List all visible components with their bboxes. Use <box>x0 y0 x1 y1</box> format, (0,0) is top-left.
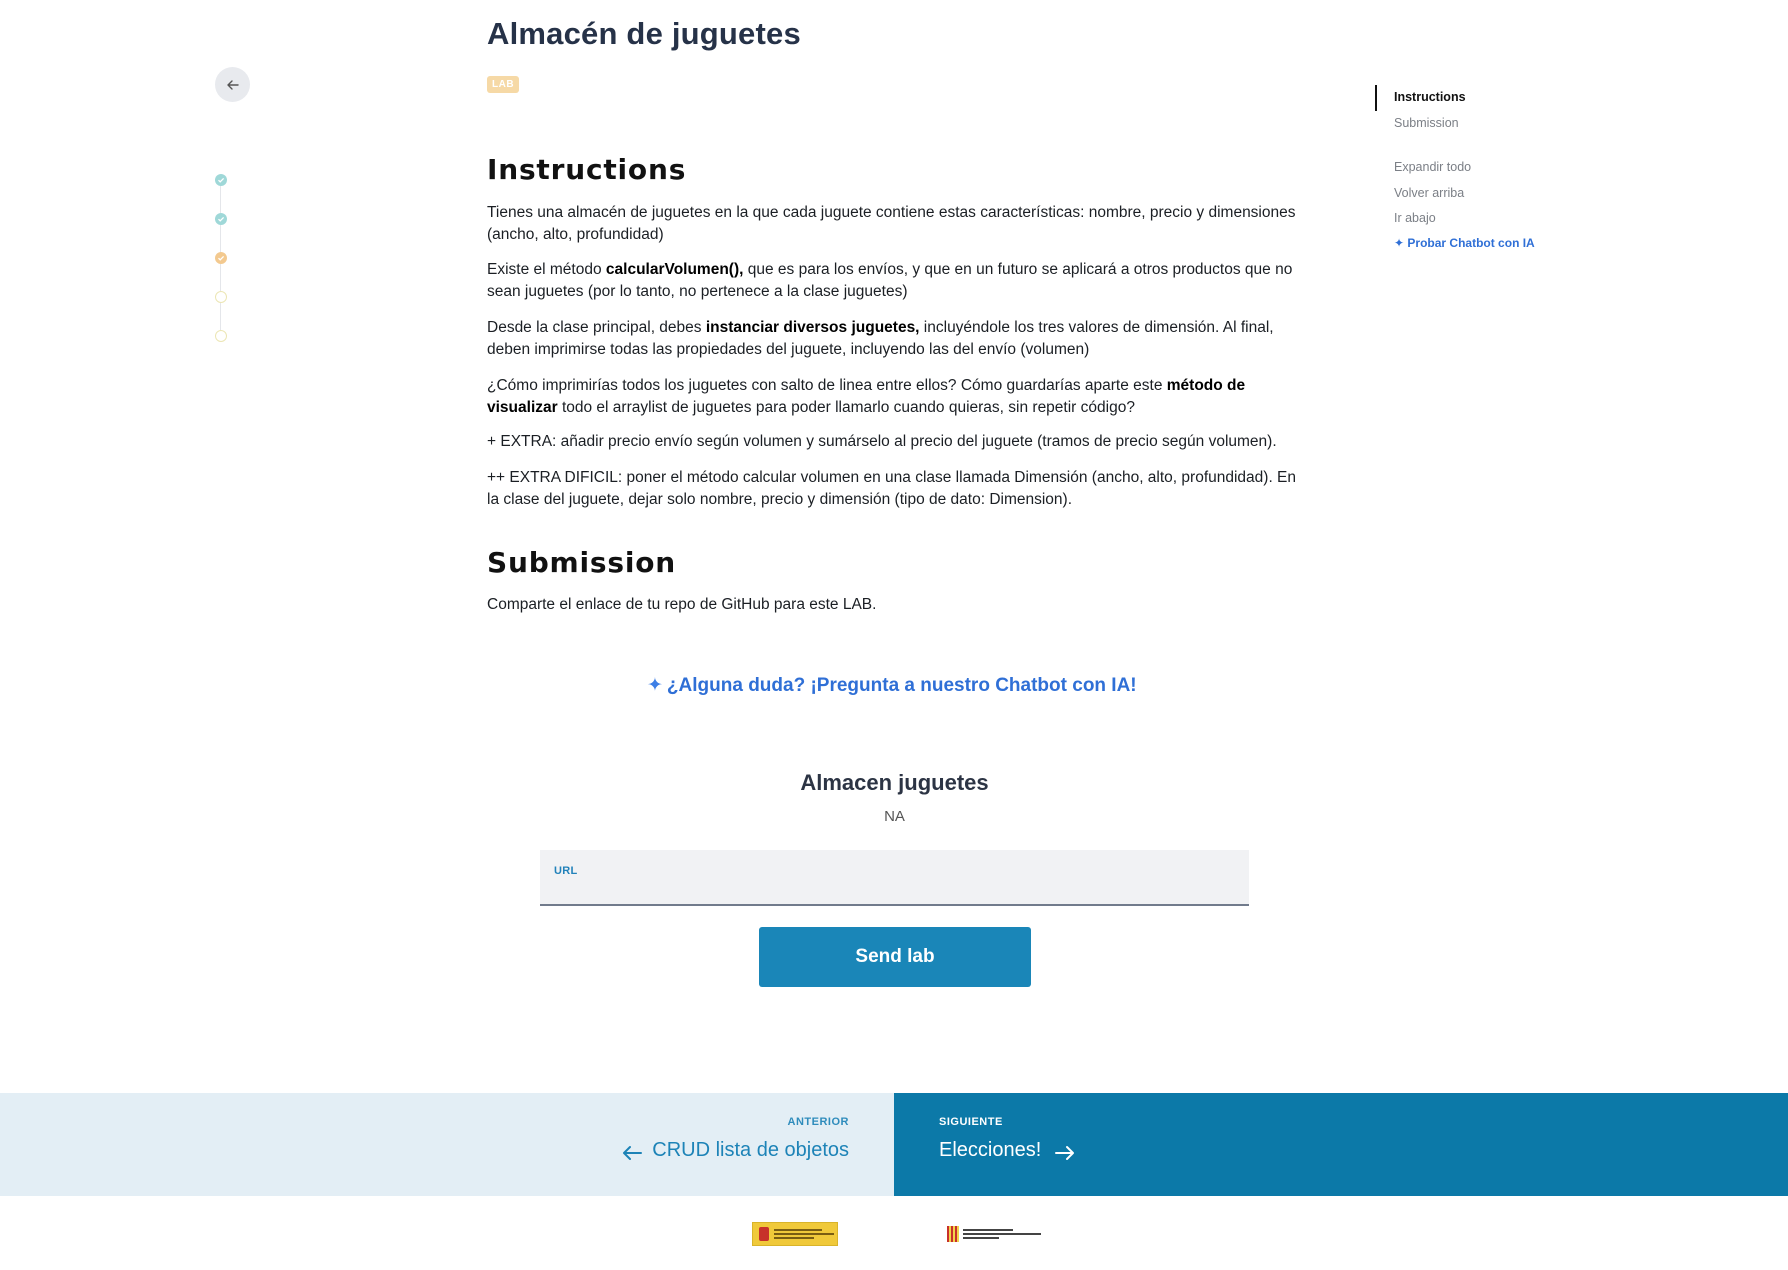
check-icon <box>218 177 225 183</box>
text: Desde la clase principal, debes <box>487 319 706 336</box>
logo-text-lines <box>963 1229 1041 1239</box>
next-kicker: SIGUIENTE <box>939 1116 1003 1128</box>
emphasis: instanciar diversos juguetes, <box>705 319 920 336</box>
submission-text: Comparte el enlace de tu repo de GitHub … <box>487 596 877 613</box>
next-lesson-link[interactable]: SIGUIENTE Elecciones! <box>894 1093 1788 1196</box>
expand-all-link[interactable]: Expandir todo <box>1394 160 1471 174</box>
ai-chatbot-link[interactable]: ✦ Probar Chatbot con IA <box>1394 236 1535 250</box>
instructions-heading: Instructions <box>487 153 687 186</box>
toc-item-instructions[interactable]: Instructions <box>1394 90 1466 104</box>
sparkle-icon: ✦ <box>1394 236 1408 250</box>
url-input[interactable] <box>554 878 1234 900</box>
arrow-right-icon <box>1055 1146 1074 1160</box>
url-field[interactable]: URL <box>540 850 1249 906</box>
previous-lesson-title: CRUD lista de objetos <box>652 1139 849 1161</box>
back-button[interactable] <box>215 67 250 102</box>
lab-badge: LAB <box>487 76 520 93</box>
catalonia-government-logo <box>947 1224 1043 1244</box>
chatbot-link[interactable]: ✦ ¿Alguna duda? ¡Pregunta a nuestro Chatb… <box>647 674 1137 697</box>
submission-status: NA <box>884 808 905 825</box>
previous-kicker: ANTERIOR <box>787 1116 849 1128</box>
coat-of-arms-icon <box>759 1227 769 1241</box>
lesson-navigation: ANTERIOR CRUD lista de objetos SIGUIENTE… <box>0 1093 1788 1196</box>
senyera-icon <box>947 1226 959 1242</box>
step-complete-dot[interactable] <box>215 213 227 225</box>
send-lab-button[interactable]: Send lab <box>759 927 1031 987</box>
text: Existe el método <box>487 261 606 278</box>
step-current-dot[interactable] <box>215 252 227 264</box>
check-icon <box>218 255 225 261</box>
instructions-paragraph: Desde la clase principal, debes instanci… <box>487 317 1302 360</box>
arrow-left-icon <box>623 1146 642 1160</box>
spanish-ministry-logo <box>752 1222 838 1246</box>
text: todo el arraylist de juguetes para poder… <box>557 398 1135 416</box>
instructions-paragraph: ¿Cómo imprimirías todos los juguetes con… <box>487 375 1302 418</box>
submission-form-title: Almacen juguetes <box>800 770 989 795</box>
step-complete-dot[interactable] <box>215 174 227 186</box>
step-pending-dot[interactable] <box>215 291 227 303</box>
sparkle-icon: ✦ <box>647 675 663 696</box>
method-name: calcularVolumen(), <box>605 261 744 278</box>
go-down-link[interactable]: Ir abajo <box>1394 211 1436 225</box>
step-pending-dot[interactable] <box>215 330 227 342</box>
previous-lesson-link[interactable]: ANTERIOR CRUD lista de objetos <box>0 1093 894 1196</box>
extra-hard-paragraph: ++ EXTRA DIFICIL: poner el método calcul… <box>487 469 1297 508</box>
page-title: Almacén de juguetes <box>487 16 801 51</box>
ai-chatbot-link-label: Probar Chatbot con IA <box>1407 236 1535 250</box>
text: ¿Cómo imprimirías todos los juguetes con… <box>487 377 1167 394</box>
back-to-top-link[interactable]: Volver arriba <box>1394 186 1464 200</box>
extra-paragraph: + EXTRA: añadir precio envío según volum… <box>487 433 1277 450</box>
check-icon <box>218 216 225 222</box>
submission-heading: Submission <box>487 546 677 579</box>
next-lesson-title: Elecciones! <box>939 1139 1042 1161</box>
url-label: URL <box>554 865 578 877</box>
progress-timeline <box>215 174 227 344</box>
toc-active-indicator <box>1375 85 1377 111</box>
instructions-paragraph: Existe el método calcularVolumen(), que … <box>487 259 1302 302</box>
toc-item-submission[interactable]: Submission <box>1394 116 1459 130</box>
chatbot-link-label: ¿Alguna duda? ¡Pregunta a nuestro Chatbo… <box>666 675 1137 696</box>
logo-text-lines <box>774 1229 834 1239</box>
instructions-paragraph: Tienes una almacén de juguetes en la que… <box>487 204 1296 243</box>
arrow-left-icon <box>226 79 239 90</box>
